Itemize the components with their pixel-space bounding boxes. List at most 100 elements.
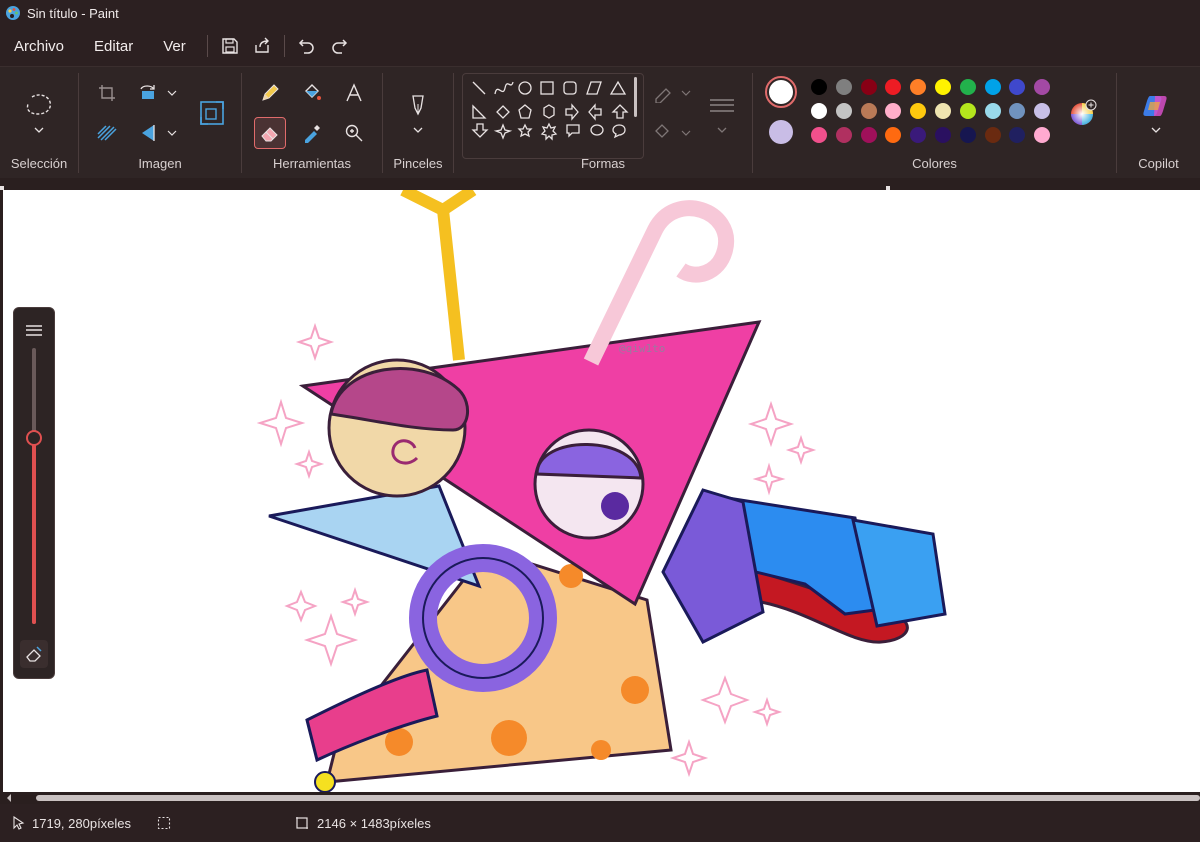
cheese-spot [491,720,527,756]
palette-swatch[interactable] [860,127,877,143]
canvas-artwork: @qiw1to [256,190,947,792]
color-picker-button[interactable] [296,117,328,149]
cursor-position: 1719, 280píxeles [12,816,131,831]
palette-swatch[interactable] [984,79,1001,95]
sparkle-decoration [752,462,786,496]
palette-swatch[interactable] [1009,79,1026,95]
palette-swatch[interactable] [1034,79,1051,95]
copilot-label: Copilot [1138,156,1179,171]
scrollbar-thumb[interactable] [36,795,1200,801]
palette-swatch[interactable] [935,103,951,119]
group-brushes: Pinceles [383,67,453,179]
undo-icon [298,39,314,54]
fill-tool-button[interactable] [296,77,328,109]
palette-swatch[interactable] [935,79,951,95]
tools-label: Herramientas [272,156,352,171]
line-width-button[interactable] [702,89,742,139]
canvas-size-icon [296,817,309,829]
brush-size-slider[interactable] [26,348,42,624]
eraser-mode-icon [26,646,42,662]
eraser-tool-button[interactable] [254,117,286,149]
save-button[interactable] [214,30,246,62]
palette-swatch[interactable] [959,127,976,143]
secondary-color-button[interactable] [769,120,793,144]
rotate-icon [140,85,177,99]
ribbon: Selección Imagen Herramientas Pinceles F… [0,66,1200,179]
share-button[interactable] [246,30,278,62]
share-icon [255,37,269,53]
eraser-mode-button[interactable] [20,640,48,668]
brushes-label: Pinceles [393,156,443,171]
primary-color-button[interactable] [765,76,797,108]
palette-swatch[interactable] [885,127,902,143]
redo-button[interactable] [323,30,355,62]
palette-swatch[interactable] [811,127,827,143]
shapes-gallery[interactable] [462,73,644,159]
palette-swatch[interactable] [935,127,951,143]
menu-file[interactable]: Archivo [0,26,79,66]
palette-swatch[interactable] [885,79,902,95]
brushes-button[interactable] [401,89,435,139]
shapes-scrollbar[interactable] [634,77,637,117]
paint-palette-icon [6,6,20,20]
pupil [601,492,629,520]
shape-outline-button[interactable] [650,77,694,109]
remove-background-button[interactable] [91,117,123,149]
sparkle-decoration [669,738,709,778]
title-bar: Sin título - Paint [0,0,1200,26]
sparkle-decoration [700,675,750,725]
horizontal-scrollbar[interactable] [0,792,1200,804]
resize-icon [200,101,224,125]
palette-swatch[interactable] [910,127,927,143]
shapes-gallery-icons [471,80,629,141]
canvas-size-text: 2146 × 1483píxeles [317,815,431,831]
primary-color-swatch [769,80,793,104]
copilot-button[interactable] [1139,89,1173,139]
slider-thumb[interactable] [26,430,42,446]
redo-icon [332,39,347,54]
palette-swatch[interactable] [885,103,902,119]
crop-icon [99,85,115,101]
palette-swatch[interactable] [811,103,827,119]
palette-swatch[interactable] [860,103,877,119]
palette-swatch[interactable] [1009,103,1026,119]
edit-colors-button[interactable] [1067,97,1099,129]
eyedropper-icon [305,125,320,143]
menu-edit[interactable]: Editar [79,26,148,66]
palette-swatch[interactable] [959,79,976,95]
cheese-spot [591,740,611,760]
shapes-label: Formas [580,156,626,171]
cursor-icon [13,816,25,830]
palette-swatch[interactable] [984,127,1001,143]
crop-button[interactable] [91,77,123,109]
palette-swatch[interactable] [984,103,1001,119]
selection-tool-button[interactable] [22,89,56,139]
shape-fill-button[interactable] [650,117,694,149]
rotate-button[interactable] [134,77,182,109]
line-width-icon [710,99,734,133]
resize-button[interactable] [194,95,230,131]
color-wheel-icon [1071,99,1097,125]
palette-swatch[interactable] [1009,127,1026,143]
palette-swatch[interactable] [1034,127,1051,143]
group-tools: Herramientas [242,67,382,179]
palette-swatch[interactable] [860,79,877,95]
palette-swatch[interactable] [1034,103,1051,119]
menu-view[interactable]: Ver [148,26,201,66]
flip-button[interactable] [134,117,182,149]
undo-button[interactable] [291,30,323,62]
pencil-tool-button[interactable] [254,77,286,109]
palette-swatch[interactable] [910,79,927,95]
palette-swatch[interactable] [835,103,852,119]
magnifier-button[interactable] [338,117,370,149]
palette-swatch[interactable] [835,79,852,95]
text-tool-button[interactable] [338,77,370,109]
palette-swatch[interactable] [835,127,852,143]
palette-swatch[interactable] [959,103,976,119]
menu-bar: Archivo Editar Ver [0,26,1200,66]
palette-swatch[interactable] [910,103,927,119]
palette-swatch[interactable] [811,79,827,95]
stroke-size-icon [26,325,42,336]
selection-size [157,816,171,830]
drawing-canvas[interactable]: @qiw1to [3,190,1200,792]
